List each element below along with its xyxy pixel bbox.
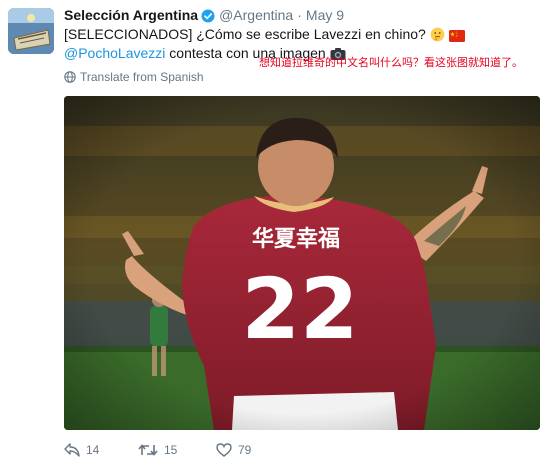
jersey-number: 22 bbox=[242, 260, 359, 358]
tweet-photo[interactable]: 华夏幸福 22 bbox=[64, 96, 540, 430]
author-avatar[interactable] bbox=[8, 8, 54, 54]
chinese-annotation: 想知道拉维奇的中文名叫什么吗？看这张图就知道了。 bbox=[259, 57, 523, 69]
tweet-header: Selección Argentina @Argentina · May 9 bbox=[64, 5, 344, 25]
jersey-sponsor-text: 华夏幸福 bbox=[252, 226, 340, 252]
heart-icon bbox=[216, 443, 232, 457]
retweet-count: 15 bbox=[164, 443, 178, 457]
mention-link[interactable]: @PochoLavezzi bbox=[64, 45, 165, 61]
reply-count: 14 bbox=[86, 443, 100, 457]
translate-label: Translate from Spanish bbox=[80, 70, 204, 84]
reply-icon bbox=[64, 443, 80, 457]
like-button[interactable]: 79 bbox=[216, 440, 251, 460]
translate-link[interactable]: Translate from Spanish bbox=[64, 68, 204, 86]
tweet-text-line-1: [SELECCIONADOS] ¿Cómo se escribe Lavezzi… bbox=[64, 25, 534, 44]
author-handle[interactable]: @Argentina bbox=[219, 7, 293, 23]
retweet-icon bbox=[138, 444, 158, 456]
tweet-text-main: [SELECCIONADOS] ¿Cómo se escribe Lavezzi… bbox=[64, 26, 426, 42]
like-count: 79 bbox=[238, 443, 252, 457]
globe-icon bbox=[64, 71, 76, 83]
author-display-name[interactable]: Selección Argentina bbox=[64, 7, 198, 23]
retweet-button[interactable]: 15 bbox=[138, 440, 177, 460]
tweet: Selección Argentina @Argentina · May 9 [SEL… bbox=[0, 0, 550, 466]
reply-button[interactable]: 14 bbox=[64, 440, 99, 460]
header-separator: · bbox=[297, 7, 302, 23]
tweet-timestamp[interactable]: May 9 bbox=[306, 7, 344, 23]
